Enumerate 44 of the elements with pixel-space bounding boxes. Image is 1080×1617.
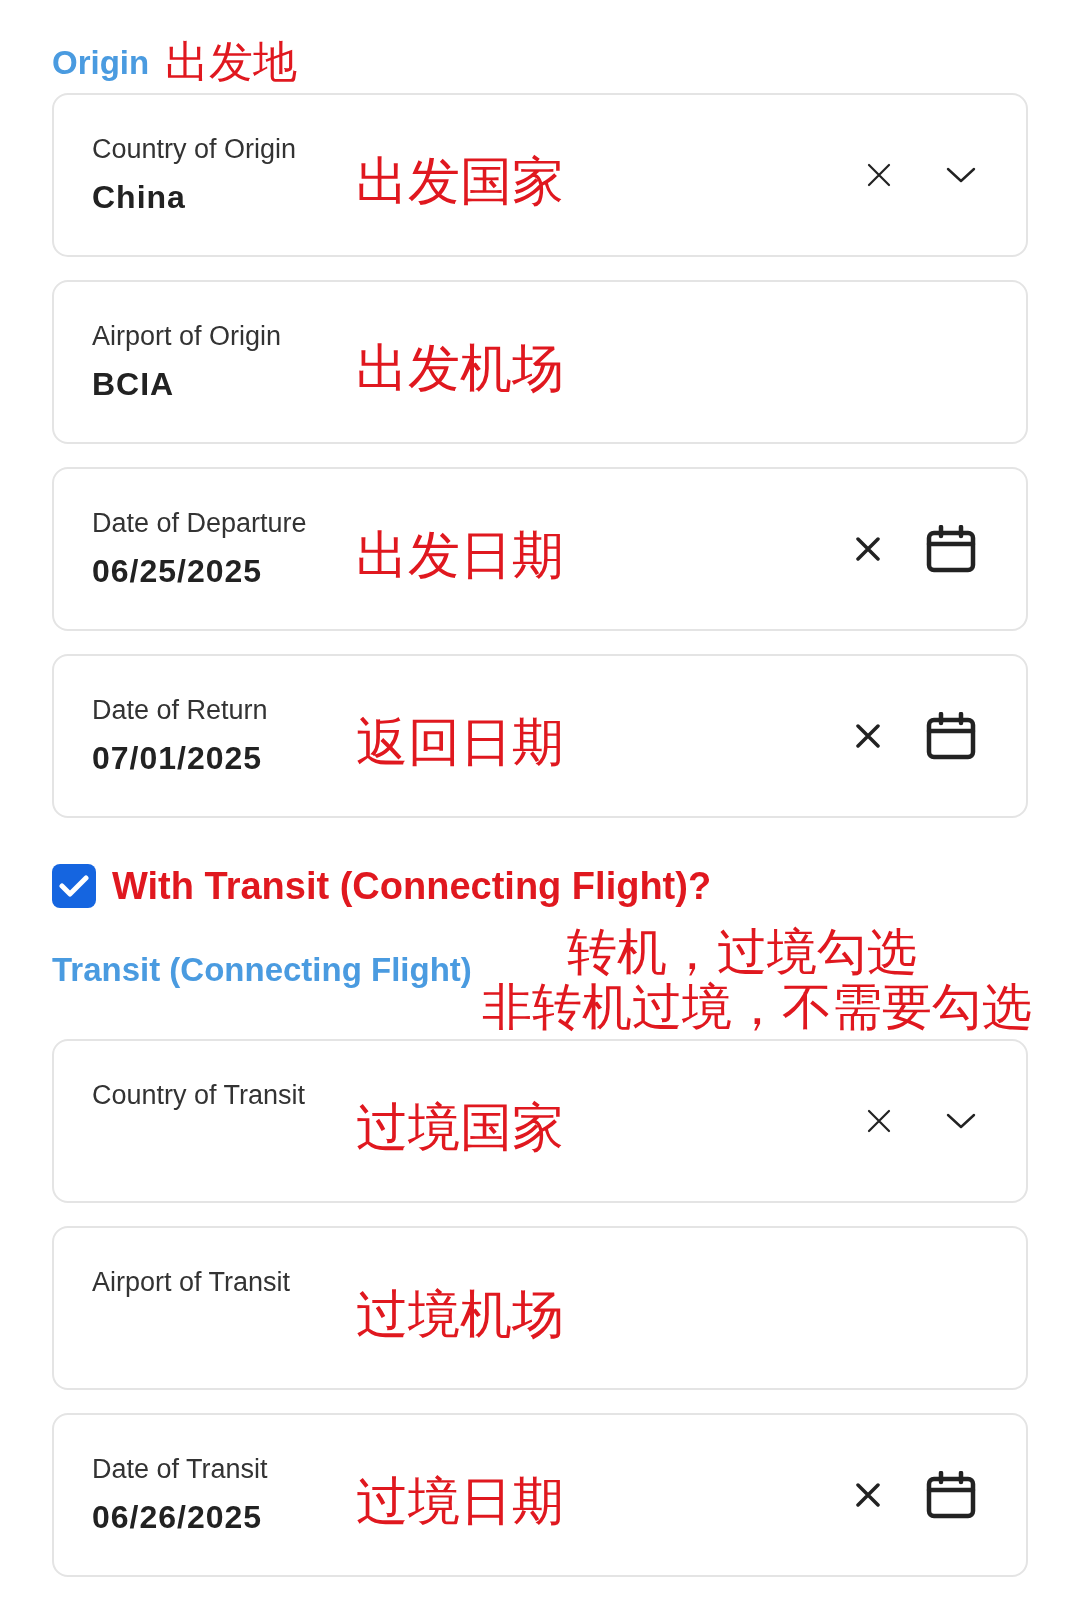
annotation-text: 出发国家	[356, 150, 564, 212]
form-field[interactable]: Date of Return 07/01/2025 返回日期	[52, 653, 1028, 818]
calendar-icon[interactable]	[926, 524, 976, 573]
field-value: 06/26/2025	[92, 1498, 264, 1538]
close-icon[interactable]	[856, 536, 880, 561]
field-label: Country of Transit	[92, 1078, 307, 1112]
close-icon[interactable]	[856, 723, 880, 748]
field-label: Date of Departure	[92, 506, 308, 540]
check-icon	[59, 874, 89, 899]
annotation-text: 出发日期	[356, 524, 564, 586]
field-label: Airport of Origin	[92, 319, 283, 353]
field-label: Date of Return	[92, 693, 269, 727]
section-heading: Origin	[52, 42, 150, 83]
annotation-text: 过境国家	[356, 1096, 564, 1158]
form-field[interactable]: Country of Origin China 出发国家	[52, 92, 1028, 257]
annotation-text: 非转机过境，不需要勾选	[482, 979, 1032, 1035]
close-icon[interactable]	[867, 162, 891, 187]
field-label: Airport of Transit	[92, 1265, 292, 1299]
field-value: 06/25/2025	[92, 552, 264, 592]
form-field[interactable]: Date of Departure 06/25/2025 出发日期	[52, 466, 1028, 631]
field-value: 07/01/2025	[92, 739, 264, 779]
checkbox[interactable]	[52, 864, 96, 909]
close-icon[interactable]	[856, 1482, 880, 1507]
annotation-text: 过境机场	[356, 1283, 564, 1345]
field-label: Country of Origin	[92, 132, 298, 166]
annotation-text: 过境日期	[356, 1470, 564, 1532]
annotation-text: 出发地	[165, 36, 298, 88]
annotation-text: 出发机场	[356, 337, 564, 399]
form-field[interactable]: Airport of Origin BCIA 出发机场	[52, 279, 1028, 444]
field-value: BCIA	[92, 365, 176, 405]
annotation-text: 转机，过境勾选	[567, 924, 918, 980]
section-heading: Transit (Connecting Flight)	[52, 950, 472, 988]
close-icon[interactable]	[867, 1108, 891, 1133]
chevron-down-icon[interactable]	[946, 1112, 976, 1129]
field-label: Date of Transit	[92, 1452, 269, 1486]
calendar-icon[interactable]	[926, 1470, 976, 1519]
chevron-down-icon[interactable]	[946, 166, 976, 183]
annotation-text: 返回日期	[356, 711, 564, 773]
checkbox-label: With Transit (Connecting Flight)?	[112, 863, 712, 909]
calendar-icon[interactable]	[926, 711, 976, 760]
form-field[interactable]: Airport of Transit 过境机场	[52, 1225, 1028, 1390]
field-value: China	[92, 178, 187, 218]
form-field[interactable]: Country of Transit 过境国家	[52, 1038, 1028, 1203]
form-field[interactable]: Date of Transit 06/26/2025 过境日期	[52, 1412, 1028, 1577]
